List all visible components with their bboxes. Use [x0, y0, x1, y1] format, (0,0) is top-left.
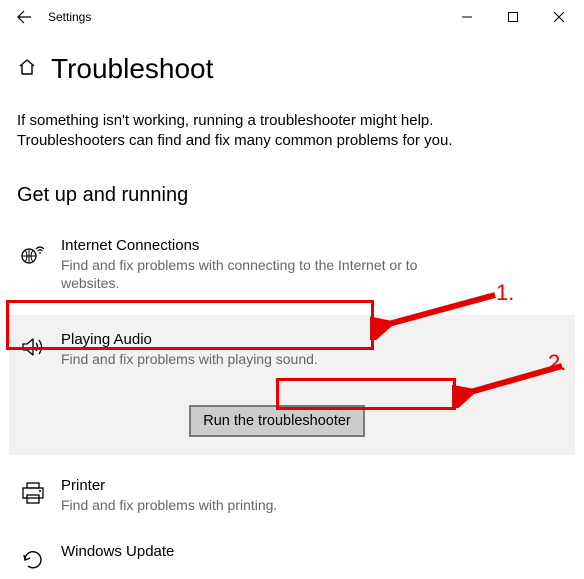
speaker-icon	[19, 333, 47, 361]
titlebar: Settings	[0, 0, 584, 33]
arrow-left-icon	[16, 9, 32, 25]
ts-desc: Find and fix problems with printing.	[61, 496, 461, 515]
ts-title: Internet Connections	[61, 237, 565, 254]
minimize-icon	[462, 12, 472, 22]
ts-desc: Find and fix problems with playing sound…	[61, 350, 461, 369]
ts-item-internet[interactable]: Internet Connections Find and fix proble…	[17, 231, 567, 300]
section-heading: Get up and running	[17, 184, 567, 207]
intro-text: If something isn't working, running a tr…	[17, 111, 457, 152]
ts-title: Playing Audio	[61, 331, 565, 348]
ts-item-audio[interactable]: Playing Audio Find and fix problems with…	[17, 325, 567, 375]
ts-title: Windows Update	[61, 543, 565, 560]
refresh-icon	[19, 545, 47, 573]
back-button[interactable]	[6, 1, 42, 33]
ts-item-printer[interactable]: Printer Find and fix problems with print…	[17, 471, 567, 521]
home-icon	[17, 57, 37, 82]
globe-signal-icon	[19, 239, 47, 267]
page-header: Troubleshoot	[17, 53, 567, 85]
window-title: Settings	[48, 10, 91, 24]
ts-item-windows-update[interactable]: Windows Update	[17, 537, 567, 579]
maximize-button[interactable]	[490, 1, 536, 33]
close-icon	[554, 12, 564, 22]
maximize-icon	[508, 12, 518, 22]
ts-title: Printer	[61, 477, 565, 494]
ts-item-audio-group: Playing Audio Find and fix problems with…	[9, 315, 575, 455]
run-troubleshooter-button[interactable]: Run the troubleshooter	[189, 405, 365, 437]
close-button[interactable]	[536, 1, 582, 33]
ts-desc: Find and fix problems with connecting to…	[61, 256, 461, 294]
printer-icon	[19, 479, 47, 507]
minimize-button[interactable]	[444, 1, 490, 33]
content: Troubleshoot If something isn't working,…	[0, 53, 584, 579]
page-title: Troubleshoot	[51, 53, 213, 85]
